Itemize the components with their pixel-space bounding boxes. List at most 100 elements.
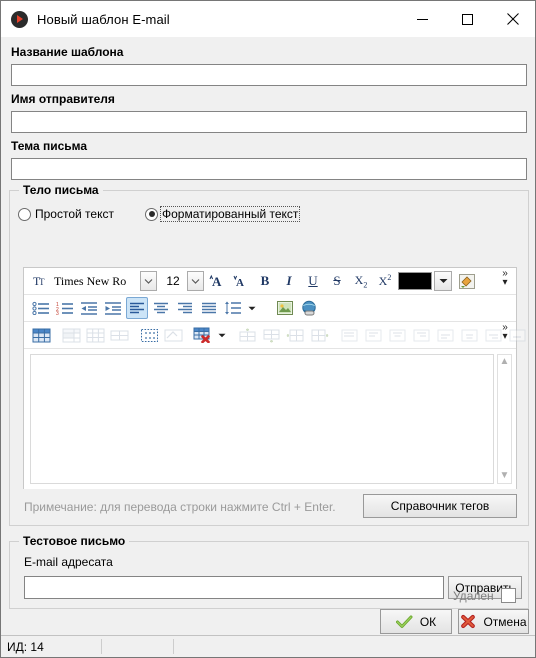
numbered-list-button[interactable]: 123: [54, 297, 76, 319]
dialog-content: Название шаблона Имя отправителя Тема пи…: [1, 37, 535, 635]
subject-label: Тема письма: [11, 139, 88, 153]
table-borders-button[interactable]: [162, 324, 184, 346]
toolbar-row-table: » ▾: [24, 322, 525, 349]
template-name-field-group: Название шаблона: [11, 45, 527, 86]
ok-button[interactable]: ОК: [380, 609, 452, 634]
formatted-text-radio-indicator: [145, 207, 158, 221]
cell-align-middle-center-button[interactable]: [458, 324, 480, 346]
tags-reference-button[interactable]: Справочник тегов: [363, 494, 517, 518]
status-id-text: ИД: 14: [7, 640, 44, 654]
ok-label: ОК: [419, 614, 437, 629]
deleted-label: Удален: [453, 588, 494, 603]
cell-align-top-center-button[interactable]: [386, 324, 408, 346]
underline-button[interactable]: U: [302, 270, 324, 292]
cancel-button[interactable]: Отмена: [458, 609, 529, 634]
toolbar-row-paragraph: 123: [24, 295, 516, 322]
check-icon: [395, 615, 413, 628]
deleted-checkbox[interactable]: [500, 588, 516, 603]
split-cells-button[interactable]: [84, 324, 106, 346]
formatted-text-label: Форматированный текст: [160, 206, 301, 222]
editor-body-area: ▲ ▼: [24, 349, 516, 489]
insert-image-button[interactable]: [274, 297, 296, 319]
bullet-list-button[interactable]: [30, 297, 52, 319]
align-right-button[interactable]: [174, 297, 196, 319]
plain-text-radio-indicator: [18, 207, 31, 221]
title-bar: Новый шаблон E-mail: [1, 1, 535, 38]
strikethrough-button[interactable]: S: [326, 270, 348, 292]
font-size-combo[interactable]: 12: [159, 271, 204, 292]
plain-text-label: Простой текст: [35, 207, 114, 221]
delete-column-button[interactable]: [338, 324, 360, 346]
recipient-email-label: E-mail адресата: [24, 555, 113, 569]
text-color-dropdown-chevron-down-icon[interactable]: [434, 271, 452, 291]
body-group-box: Тело письма Простой текст Форматированны…: [9, 183, 529, 526]
font-size-dropdown-chevron-down-icon[interactable]: [187, 271, 204, 291]
toolbar-row1-overflow-button[interactable]: » ▾: [498, 269, 512, 288]
radio-plain-text[interactable]: Простой текст: [18, 206, 116, 222]
status-bar: ИД: 14: [1, 635, 535, 657]
font-name-dropdown-chevron-down-icon[interactable]: [140, 271, 157, 291]
close-button[interactable]: [490, 1, 535, 37]
table-properties-button[interactable]: [108, 324, 130, 346]
insert-row-below-button[interactable]: [260, 324, 282, 346]
close-x-icon: [461, 614, 476, 629]
rich-text-editor: T T Times New Ro 12 A A B I U S X2 X2 » …: [23, 267, 525, 489]
editor-input[interactable]: [30, 354, 494, 484]
insert-column-right-button[interactable]: [308, 324, 330, 346]
table-dropdown-chevron-down-icon[interactable]: [216, 324, 228, 346]
minimize-button[interactable]: [400, 1, 445, 37]
align-left-button[interactable]: [126, 297, 148, 319]
italic-button[interactable]: I: [278, 270, 300, 292]
insert-column-left-button[interactable]: [284, 324, 306, 346]
select-table-button[interactable]: [138, 324, 160, 346]
toolbar-row3-overflow-arrow: ▾: [502, 331, 508, 342]
highlight-color-button[interactable]: [456, 270, 478, 292]
align-center-button[interactable]: [150, 297, 172, 319]
maximize-button[interactable]: [445, 1, 490, 37]
subject-input[interactable]: [11, 158, 527, 180]
status-divider-2: [173, 639, 174, 654]
window-title: Новый шаблон E-mail: [37, 11, 170, 27]
bold-button[interactable]: B: [254, 270, 276, 292]
deleted-checkbox-row[interactable]: Удален: [453, 588, 516, 603]
cell-align-top-right-button[interactable]: [410, 324, 432, 346]
cell-align-middle-left-button[interactable]: [434, 324, 456, 346]
font-name-combo[interactable]: Times New Ro: [50, 271, 157, 292]
sender-name-field-group: Имя отправителя: [11, 92, 527, 133]
svg-text:A: A: [212, 274, 222, 289]
recipient-email-input[interactable]: [24, 576, 444, 599]
template-name-label: Название шаблона: [11, 45, 124, 59]
line-spacing-button[interactable]: [222, 297, 244, 319]
text-color-swatch[interactable]: [398, 272, 432, 290]
subscript-button[interactable]: X2: [350, 270, 372, 292]
sender-name-label: Имя отправителя: [11, 92, 115, 106]
body-group-title: Тело письма: [19, 183, 103, 197]
scroll-down-chevron-icon[interactable]: ▼: [500, 471, 510, 481]
font-size-value: 12: [166, 274, 180, 288]
scroll-up-chevron-icon[interactable]: ▲: [500, 357, 510, 367]
insert-row-above-button[interactable]: [236, 324, 258, 346]
toolbar-row3-overflow-button[interactable]: » ▾: [498, 323, 512, 342]
cell-align-top-left-button[interactable]: [362, 324, 384, 346]
template-name-input[interactable]: [11, 64, 527, 86]
increase-indent-button[interactable]: [102, 297, 124, 319]
decrease-indent-button[interactable]: [78, 297, 100, 319]
insert-table-button[interactable]: [30, 324, 52, 346]
dialog-window: Новый шаблон E-mail Название шаблона Имя…: [0, 0, 536, 658]
app-play-circle-icon: [11, 10, 28, 28]
shrink-font-button[interactable]: A: [230, 270, 252, 292]
sender-name-input[interactable]: [11, 111, 527, 133]
svg-text:A: A: [236, 277, 244, 289]
merge-cells-button[interactable]: [60, 324, 82, 346]
editor-vertical-scrollbar[interactable]: ▲ ▼: [497, 354, 512, 484]
radio-formatted-text[interactable]: Форматированный текст: [145, 206, 301, 222]
delete-table-button[interactable]: [192, 324, 214, 346]
align-justify-button[interactable]: [198, 297, 220, 319]
font-select-icon[interactable]: T T: [30, 270, 48, 292]
superscript-button[interactable]: X2: [374, 270, 396, 292]
line-break-note: Примечание: для перевода строки нажмите …: [24, 500, 336, 514]
insert-hyperlink-button[interactable]: [298, 297, 320, 319]
line-spacing-dropdown-chevron-down-icon[interactable]: [246, 297, 258, 319]
grow-font-button[interactable]: A: [206, 270, 228, 292]
font-name-value: Times New Ro: [54, 273, 127, 288]
